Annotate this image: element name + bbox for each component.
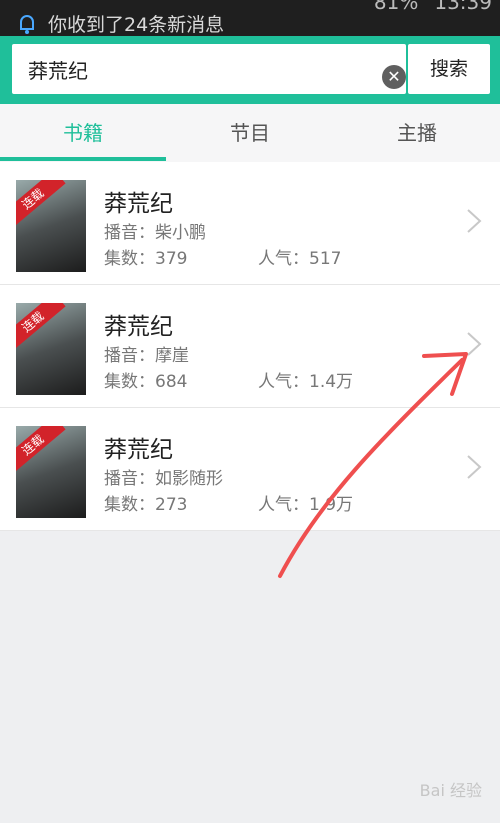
narrator: 播音：摩崖 xyxy=(104,346,189,366)
chevron-right-icon xyxy=(467,455,482,479)
watermark: Bai 经验 xyxy=(419,781,482,800)
tab-books[interactable]: 书籍 xyxy=(0,104,166,162)
list-item[interactable]: 连载 莽荒纪 播音：如影随形 集数：273 人气：1.9万 xyxy=(0,408,500,531)
book-cover: 连载 xyxy=(16,180,86,272)
popularity: 人气：517 xyxy=(258,249,342,269)
notification-text: 你收到了24条新消息 xyxy=(48,14,225,36)
tab-bar: 书籍 节目 主播 xyxy=(0,104,500,163)
episode-count: 集数：684 xyxy=(104,372,188,392)
bell-icon xyxy=(20,14,34,34)
book-cover: 连载 xyxy=(16,303,86,395)
tab-programs[interactable]: 节目 xyxy=(167,104,333,162)
search-input[interactable] xyxy=(26,52,360,86)
book-list: 连载 莽荒纪 播音：柴小鹏 集数：379 人气：517 连载 莽荒纪 播音：摩崖… xyxy=(0,162,500,531)
clear-icon[interactable]: ✕ xyxy=(382,65,406,89)
battery-percent: 81% xyxy=(373,0,419,14)
search-box: ✕ xyxy=(12,44,406,94)
status-icons: 81% 13:39 xyxy=(374,0,492,14)
episode-count: 集数：273 xyxy=(104,495,188,515)
book-title: 莽荒纪 xyxy=(104,191,173,217)
episode-count: 集数：379 xyxy=(104,249,188,269)
narrator: 播音：如影随形 xyxy=(104,469,223,489)
clock: 13:39 xyxy=(434,0,492,14)
book-title: 莽荒纪 xyxy=(104,314,173,340)
chevron-right-icon xyxy=(467,209,482,233)
status-bar: 你收到了24条新消息 81% 13:39 xyxy=(0,0,500,36)
book-title: 莽荒纪 xyxy=(104,437,173,463)
popularity: 人气：1.4万 xyxy=(258,372,354,392)
list-item[interactable]: 连载 莽荒纪 播音：柴小鹏 集数：379 人气：517 xyxy=(0,162,500,285)
tab-anchors[interactable]: 主播 xyxy=(334,104,500,162)
list-item[interactable]: 连载 莽荒纪 播音：摩崖 集数：684 人气：1.4万 xyxy=(0,285,500,408)
popularity: 人气：1.9万 xyxy=(258,495,354,515)
search-button[interactable]: 搜索 xyxy=(408,44,490,94)
chevron-right-icon xyxy=(467,332,482,356)
book-cover: 连载 xyxy=(16,426,86,518)
narrator: 播音：柴小鹏 xyxy=(104,223,206,243)
notification[interactable]: 你收到了24条新消息 xyxy=(18,10,224,36)
tab-indicator xyxy=(0,157,166,161)
search-bar: ✕ 搜索 xyxy=(0,36,500,104)
